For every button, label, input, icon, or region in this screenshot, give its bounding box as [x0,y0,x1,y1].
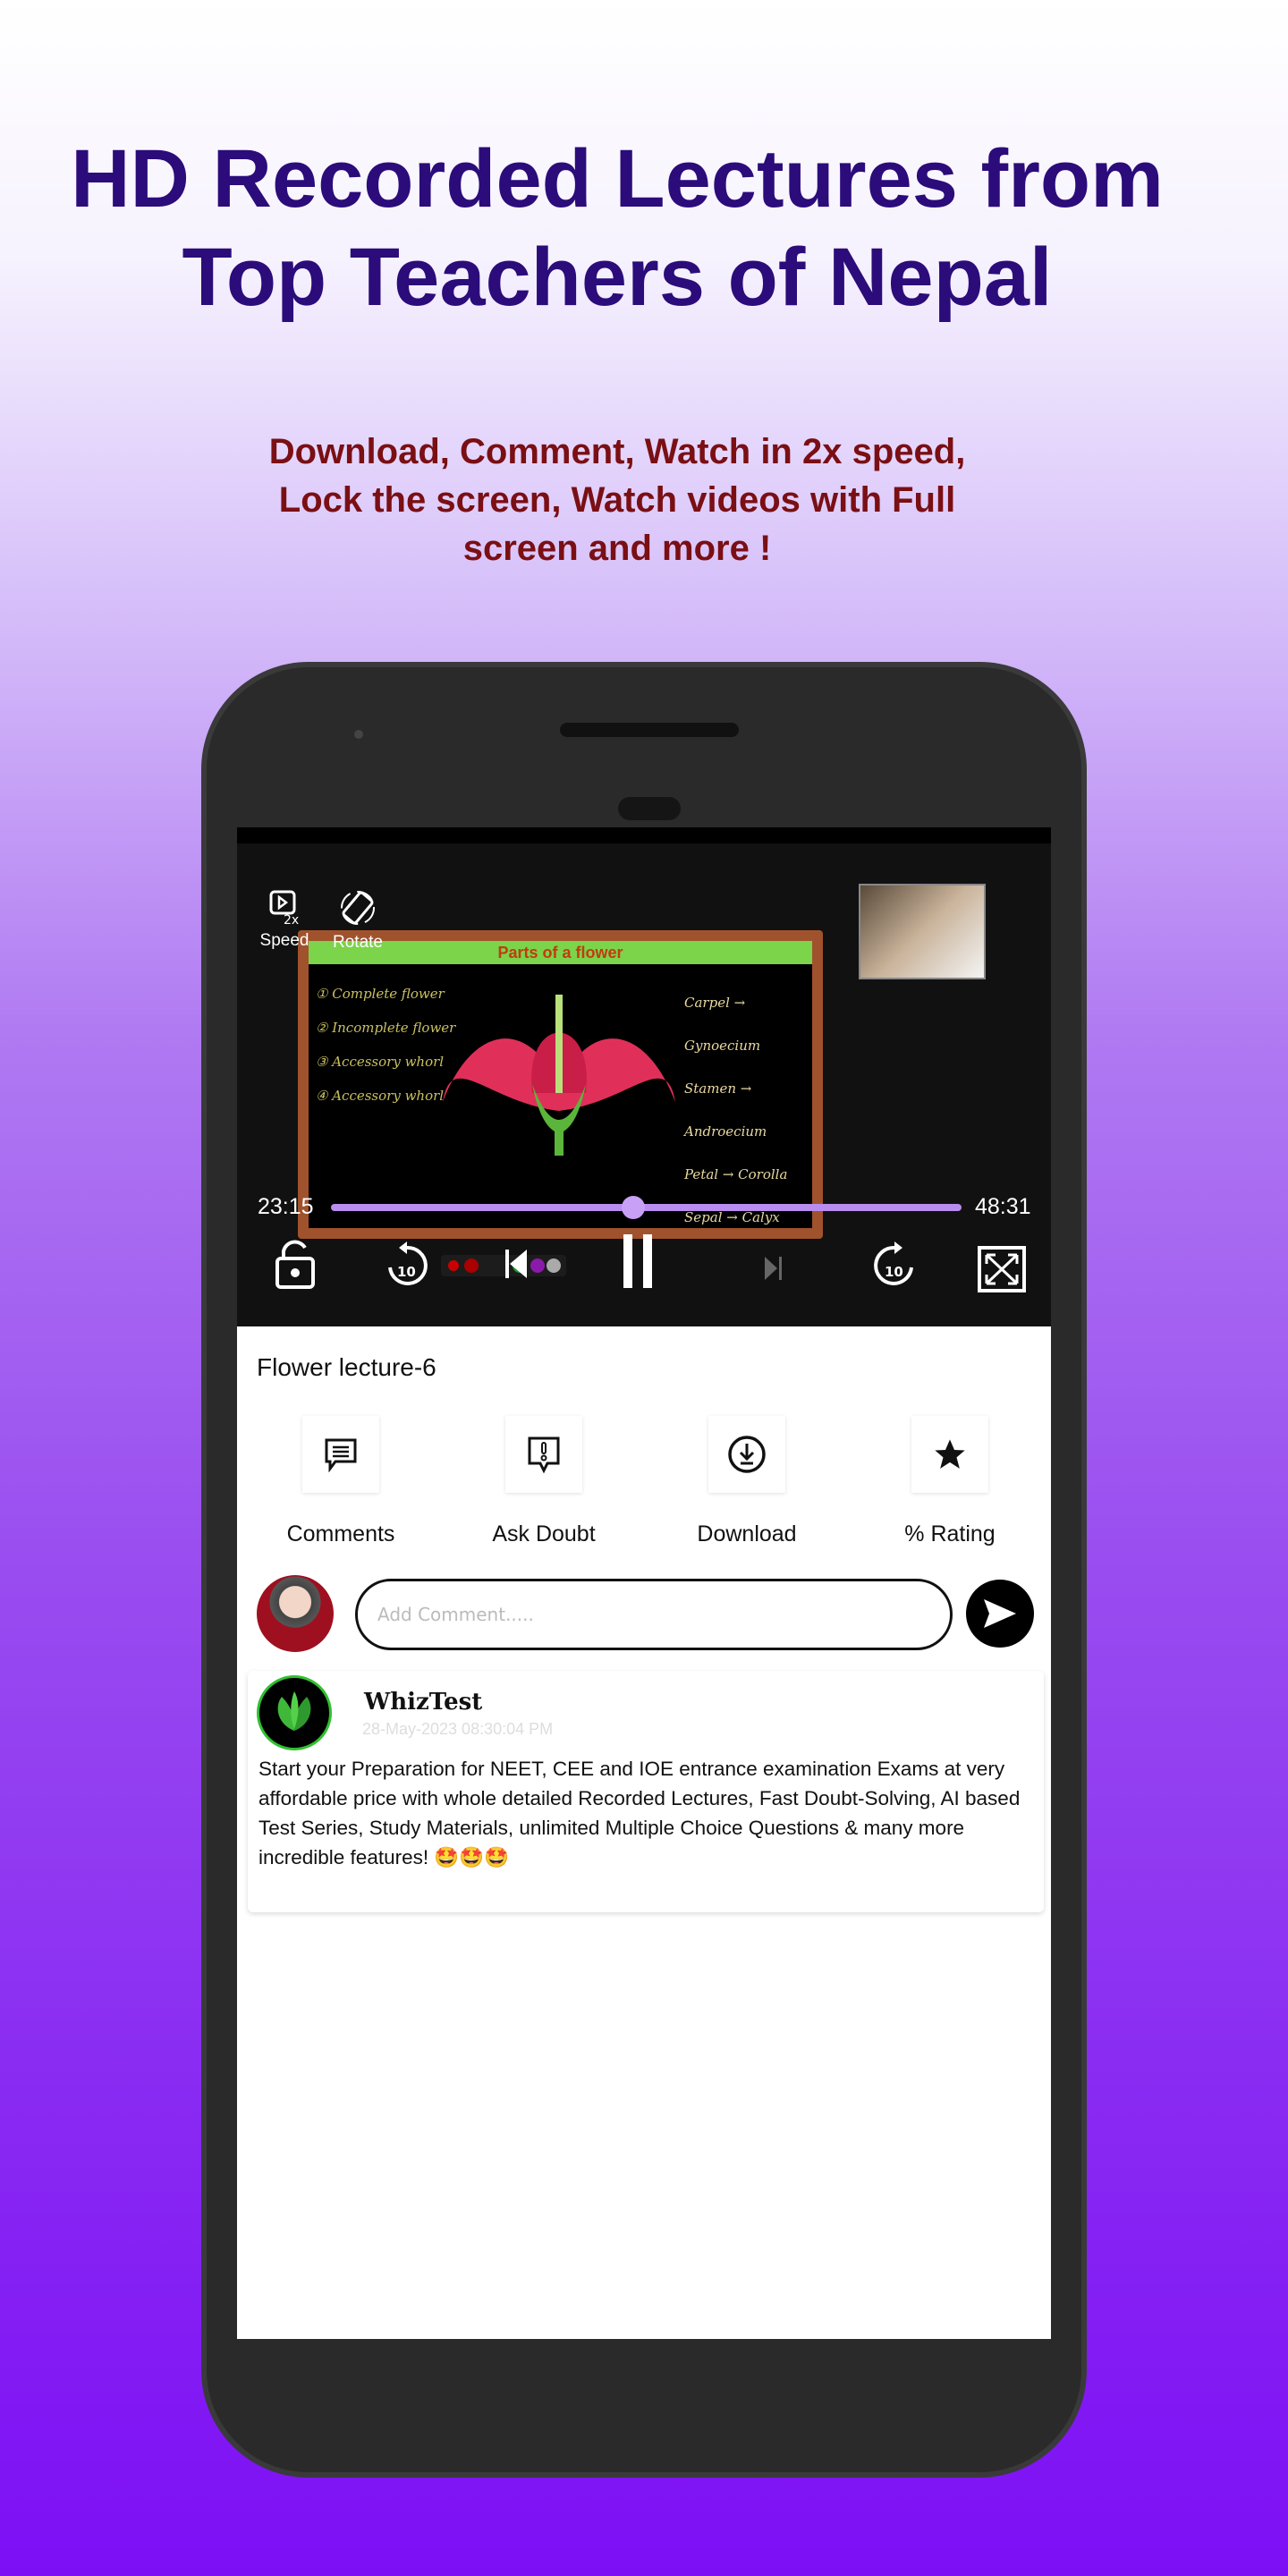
lecture-title: Flower lecture-6 [257,1353,436,1381]
send-icon [984,1599,1016,1628]
phone-sensor [354,730,363,739]
ask-doubt-button[interactable]: Ask Doubt [477,1416,611,1547]
subtitle-line: screen and more ! [462,529,772,568]
rotate-label: Rotate [333,933,383,952]
action-label: Ask Doubt [492,1521,596,1546]
lock-button[interactable] [275,1239,316,1289]
status-strip [237,827,1051,843]
headline: HD Recorded Lectures from Top Teachers o… [0,130,1234,326]
svg-text:2x: 2x [284,913,299,926]
next-button[interactable] [765,1255,783,1282]
download-icon [728,1436,766,1473]
speed-label: Speed [259,931,309,950]
headline-line: Top Teachers of Nepal [182,232,1053,323]
rewind-10-button[interactable]: 10 [385,1241,429,1289]
lecture-slide: Parts of a flower ① Complete flower ② Inc… [298,930,823,1239]
comment-card: WhizTest 28-May-2023 08:30:04 PM Start y… [248,1671,1044,1912]
speed-button[interactable]: 2x Speed [253,890,316,951]
send-comment-button[interactable] [966,1580,1034,1648]
headline-line: HD Recorded Lectures from [71,133,1164,225]
whiztest-logo [257,1675,332,1750]
rotate-icon [341,891,375,925]
speed-icon: 2x [269,890,299,928]
duration: 48:31 [975,1194,1031,1219]
teacher-video-thumbnail[interactable] [859,884,986,979]
comment-input[interactable]: Add Comment..... [355,1579,953,1650]
download-button[interactable]: Download [680,1416,814,1547]
user-avatar [257,1575,334,1652]
action-label: Comments [286,1521,395,1546]
seek-bar[interactable] [331,1196,962,1219]
current-time: 23:15 [258,1194,314,1219]
action-label: Download [697,1521,797,1546]
svg-text:10: 10 [885,1264,903,1280]
rating-button[interactable]: % Rating [883,1416,1017,1547]
rotate-button[interactable]: Rotate [322,890,394,953]
flower-illustration [443,995,675,1156]
video-player[interactable]: Parts of a flower ① Complete flower ② Inc… [237,827,1051,1326]
subtitle: Download, Comment, Watch in 2x speed, Lo… [0,428,1234,572]
action-label: % Rating [904,1521,996,1546]
phone-camera [618,797,681,820]
star-icon [935,1439,965,1469]
comment-author: WhizTest [364,1689,483,1716]
comment-text: Start your Preparation for NEET, CEE and… [258,1758,1021,1868]
phone-speaker [560,723,739,737]
forward-10-button[interactable]: 10 [872,1241,917,1289]
subtitle-line: Lock the screen, Watch videos with Full [278,480,956,520]
fullscreen-button[interactable] [978,1246,1026,1292]
ask-doubt-icon [528,1436,560,1474]
pause-button[interactable] [623,1234,652,1288]
svg-text:10: 10 [397,1264,416,1280]
slide-labels: Carpel → Gynoecium Stamen → Androecium Pet… [684,995,788,1225]
subtitle-line: Download, Comment, Watch in 2x speed, [268,432,966,471]
pen-color-palette[interactable] [441,1255,566,1276]
seek-thumb[interactable] [621,1196,645,1219]
comments-button[interactable]: Comments [274,1416,408,1547]
comment-date: 28-May-2023 08:30:04 PM [362,1720,554,1738]
previous-button[interactable] [505,1248,529,1280]
app-screen: Parts of a flower ① Complete flower ② Inc… [237,827,1051,2339]
leaf-icon [277,1691,311,1731]
comment-icon [325,1438,357,1472]
